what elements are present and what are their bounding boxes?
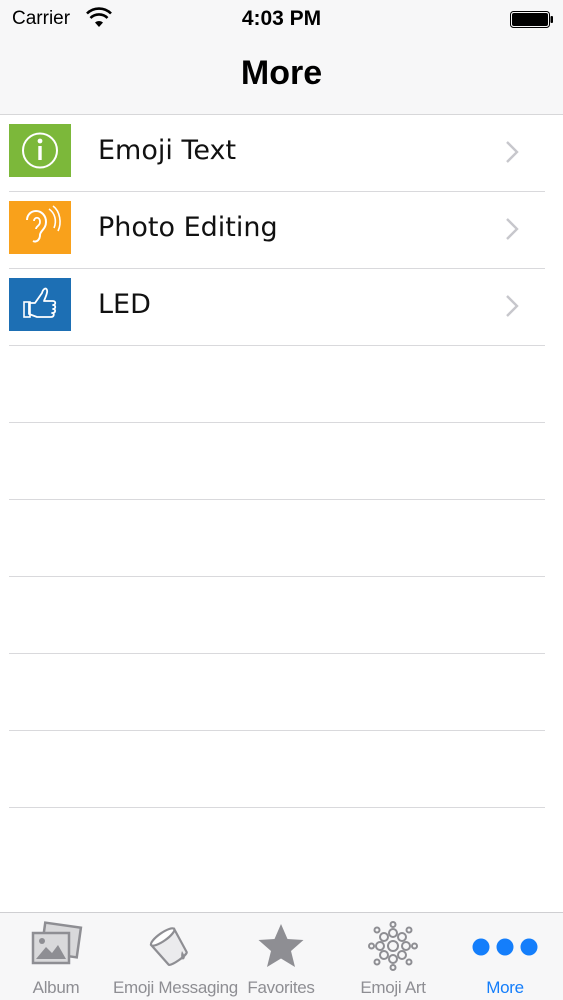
tab-bar: Album Emoji Messaging Favorites Emoji Ar… [0,912,563,1000]
tab-album[interactable]: Album [0,913,112,1000]
tab-label: Favorites [247,978,315,997]
chevron-right-icon [506,295,519,317]
info-icon [9,124,71,177]
paint-bucket-icon [149,927,188,966]
clock: 4:03 PM [241,7,322,30]
tab-emoji-art[interactable]: Emoji Art [337,913,449,1000]
photo-album-icon [31,921,83,965]
empty-row [9,731,545,808]
star-icon [258,924,304,967]
battery-icon [510,11,553,28]
chevron-right-icon [506,218,519,240]
tab-label: Emoji Messaging [113,978,238,997]
ear-icon [9,201,71,254]
navigation-bar: More [0,40,563,115]
empty-row [9,577,545,654]
menu-item-led[interactable]: LED [9,269,545,346]
thumbs-up-icon [9,278,71,331]
menu-item-label: LED [98,289,151,320]
menu-item-photo-editing[interactable]: Photo Editing [9,192,545,269]
tab-label: Album [32,978,80,997]
tab-emoji-messaging[interactable]: Emoji Messaging [113,913,238,1000]
page-title: More [240,54,323,92]
menu-item-label: Photo Editing [98,212,278,243]
chevron-right-icon [506,141,519,163]
tab-more[interactable]: More [449,913,561,1000]
tab-favorites[interactable]: Favorites [225,913,337,1000]
empty-row [9,500,545,577]
menu-item-label: Emoji Text [98,135,237,166]
empty-row [9,423,545,500]
flower-dots-icon [368,921,418,971]
more-dots-icon [472,938,538,956]
tab-label: More [486,978,524,997]
more-menu-list: Emoji Text Photo Editing LED [0,115,563,884]
empty-row [9,346,545,423]
empty-row [9,654,545,731]
tab-label: Emoji Art [360,978,426,997]
menu-item-emoji-text[interactable]: Emoji Text [9,115,545,192]
status-bar: Carrier 4:03 PM [0,0,563,40]
empty-row [9,808,545,884]
